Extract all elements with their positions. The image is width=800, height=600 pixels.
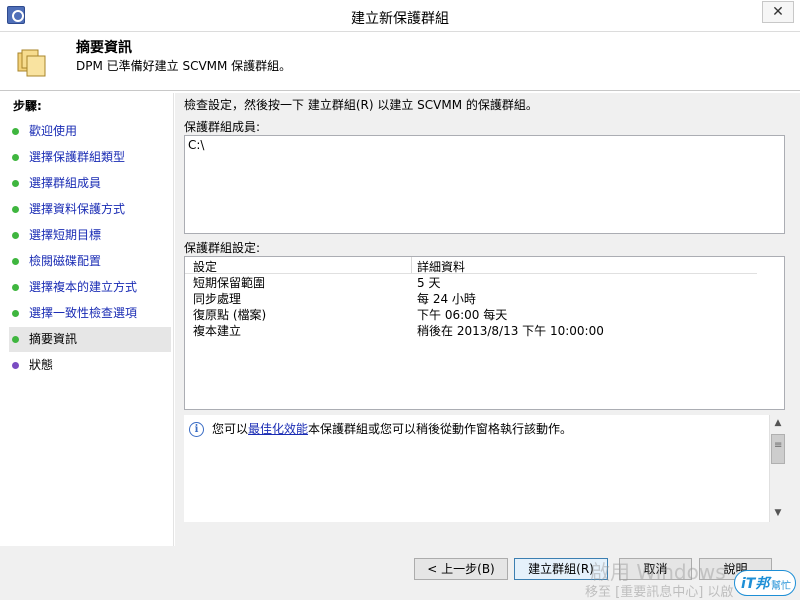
step-complete-icon <box>12 154 19 161</box>
column-header-details[interactable]: 詳細資料 <box>417 258 465 275</box>
table-row: 複本建立 稍後在 2013/8/13 下午 10:00:00 <box>193 324 604 338</box>
table-row: 短期保留範圍 5 天 <box>193 276 441 290</box>
activation-watermark-sub: 移至 [重要訊息中心] 以啟 <box>585 585 734 600</box>
step-complete-icon <box>12 258 19 265</box>
back-button[interactable]: < 上一步(B) <box>414 558 508 580</box>
steps-heading: 步驟: <box>13 99 42 113</box>
members-list[interactable]: C:\ <box>184 135 785 234</box>
step-complete-icon <box>12 206 19 213</box>
header-title: 摘要資訊 <box>76 40 132 56</box>
step-welcome[interactable]: 歡迎使用 <box>9 119 171 144</box>
instruction-text: 檢查設定，然後按一下 建立群組(R) 以建立 SCVMM 的保護群組。 <box>184 98 538 112</box>
close-button[interactable]: ✕ <box>762 1 794 23</box>
step-complete-icon <box>12 180 19 187</box>
button-bar: < 上一步(B) 建立群組(R) 取消 說明 啟用 Windows 移至 [重要… <box>0 546 800 600</box>
optimize-performance-link[interactable]: 最佳化效能 <box>248 422 308 436</box>
step-complete-icon <box>12 232 19 239</box>
step-short-term-goals[interactable]: 選擇短期目標 <box>9 223 171 248</box>
wizard-header: 摘要資訊 DPM 已準備好建立 SCVMM 保護群組。 <box>0 33 800 89</box>
column-divider <box>411 257 412 273</box>
step-complete-icon <box>12 128 19 135</box>
step-pending-icon <box>12 362 19 369</box>
header-divider <box>0 90 800 91</box>
header-subtitle: DPM 已準備好建立 SCVMM 保護群組。 <box>76 59 292 73</box>
info-scrollbar[interactable]: ▲ ▼ <box>769 415 786 522</box>
info-icon: i <box>189 422 204 437</box>
window-title: 建立新保護群組 <box>351 11 449 27</box>
step-review-disk-allocation[interactable]: 檢閱磁碟配置 <box>9 249 171 274</box>
protection-group-folder-icon <box>17 49 46 77</box>
members-label: 保護群組成員: <box>184 120 261 134</box>
step-status: 狀態 <box>9 353 171 378</box>
info-message: 您可以最佳化效能本保護群組或您可以稍後從動作窗格執行該動作。 <box>212 422 573 436</box>
info-panel: i 您可以最佳化效能本保護群組或您可以稍後從動作窗格執行該動作。 ▲ ▼ <box>184 415 786 522</box>
step-current-icon <box>12 336 19 343</box>
step-select-group-type[interactable]: 選擇保護群組類型 <box>9 145 171 170</box>
scroll-up-icon[interactable]: ▲ <box>770 415 786 432</box>
scroll-down-icon[interactable]: ▼ <box>770 505 786 522</box>
step-replica-creation[interactable]: 選擇複本的建立方式 <box>9 275 171 300</box>
step-complete-icon <box>12 310 19 317</box>
settings-table[interactable]: 設定 詳細資料 短期保留範圍 5 天 同步處理 每 24 小時 復原點 (檔案)… <box>184 256 785 410</box>
table-header: 設定 詳細資料 <box>185 257 757 274</box>
table-row: 復原點 (檔案) 下午 06:00 每天 <box>193 308 508 322</box>
summary-content: 檢查設定，然後按一下 建立群組(R) 以建立 SCVMM 的保護群組。 保護群組… <box>175 93 800 546</box>
scroll-thumb[interactable] <box>771 434 785 464</box>
table-row: 同步處理 每 24 小時 <box>193 292 476 306</box>
column-header-setting[interactable]: 設定 <box>193 258 217 275</box>
step-complete-icon <box>12 284 19 291</box>
title-bar: 建立新保護群組 ✕ <box>0 0 800 32</box>
step-select-protection-method[interactable]: 選擇資料保護方式 <box>9 197 171 222</box>
steps-panel: 步驟: 歡迎使用 選擇保護群組類型 選擇群組成員 選擇資料保護方式 選擇短期目標… <box>9 93 174 546</box>
step-consistency-check[interactable]: 選擇一致性檢查選項 <box>9 301 171 326</box>
ithome-logo: iT邦 幫忙 <box>734 570 796 596</box>
step-summary: 摘要資訊 <box>9 327 171 352</box>
settings-label: 保護群組設定: <box>184 241 261 255</box>
step-select-group-members[interactable]: 選擇群組成員 <box>9 171 171 196</box>
member-item: C:\ <box>188 138 205 152</box>
